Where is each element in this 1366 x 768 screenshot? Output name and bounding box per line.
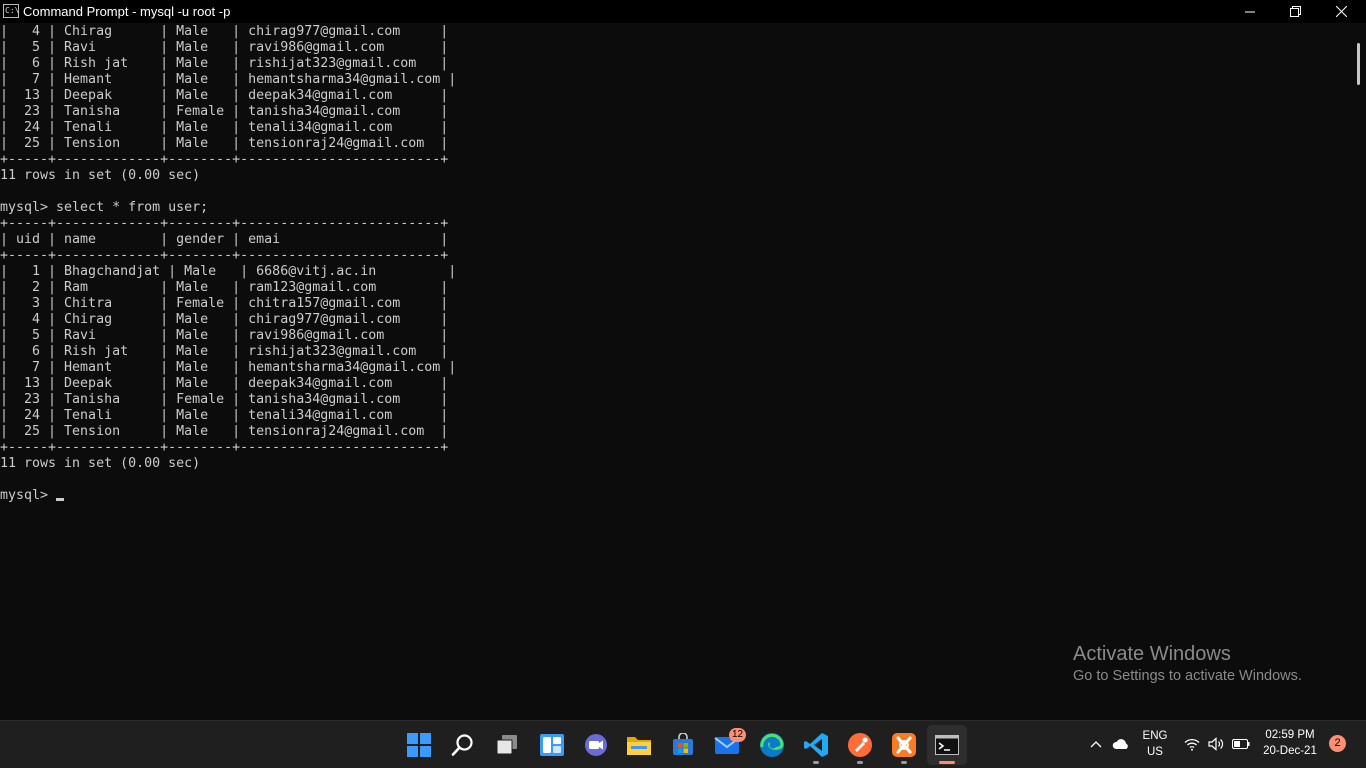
table-border: +-----+-------------+--------+----------… <box>0 440 449 455</box>
clock-time[interactable]: 02:59 PM <box>1258 729 1322 741</box>
table-row: | 13 | Deepak | Male | deepak34@gmail.co… <box>0 376 449 391</box>
show-hidden-icons-button[interactable] <box>1088 735 1104 753</box>
network-button[interactable] <box>1183 735 1201 753</box>
window-title: Command Prompt - mysql -u root -p <box>23 4 231 19</box>
xampp-button[interactable] <box>887 728 921 762</box>
vscode-running-indicator <box>813 761 819 764</box>
battery-icon <box>1232 739 1250 749</box>
postman-icon <box>848 733 872 757</box>
command-prompt-icon-label: C:\ <box>5 6 20 15</box>
table-row: | 1 | Bhagchandjat | Male | 6686@vitj.ac… <box>0 264 457 279</box>
volume-button[interactable] <box>1207 735 1225 753</box>
edge-button[interactable] <box>755 728 789 762</box>
widgets-button[interactable] <box>535 728 569 762</box>
postman-button[interactable] <box>843 728 877 762</box>
task-view-icon <box>496 735 517 755</box>
teams-chat-button[interactable] <box>579 728 613 762</box>
close-icon <box>1335 6 1347 17</box>
console-line: | 6 | Rish jat | Male | rishijat323@gmai… <box>0 56 449 71</box>
chat-icon <box>585 734 607 756</box>
file-explorer-button[interactable] <box>622 728 656 762</box>
cloud-icon <box>1112 739 1128 749</box>
vertical-scrollbar[interactable] <box>1352 23 1366 720</box>
table-row: | 5 | Ravi | Male | ravi986@gmail.com | <box>0 328 449 343</box>
widgets-icon <box>540 734 564 756</box>
table-border: +-----+-------------+--------+----------… <box>0 216 449 231</box>
onedrive-button[interactable] <box>1111 735 1131 753</box>
battery-button[interactable] <box>1231 735 1251 753</box>
command-prompt-button[interactable] <box>930 728 964 762</box>
taskbar: 12 <box>0 720 1366 768</box>
xampp-running-indicator <box>901 761 907 764</box>
table-row: | 3 | Chitra | Female | chitra157@gmail.… <box>0 296 449 311</box>
restore-icon <box>1289 6 1301 17</box>
activate-windows-title: Activate Windows <box>1073 643 1231 665</box>
notification-center-badge[interactable]: 2 <box>1329 735 1346 752</box>
command-prompt-active-indicator <box>939 761 955 764</box>
search-button[interactable] <box>446 728 480 762</box>
speaker-icon <box>1207 737 1223 751</box>
language-indicator[interactable]: ENG <box>1140 730 1170 742</box>
table-border: +-----+-------------+--------+----------… <box>0 248 449 263</box>
task-view-button[interactable] <box>490 728 524 762</box>
table-row: | 24 | Tenali | Male | tenali34@gmail.co… <box>0 408 449 423</box>
xampp-icon <box>892 733 916 757</box>
console-line: | 13 | Deepak | Male | deepak34@gmail.co… <box>0 88 449 103</box>
row-count-message: 11 rows in set (0.00 sec) <box>0 168 201 183</box>
table-row: | 6 | Rish jat | Male | rishijat323@gmai… <box>0 344 449 359</box>
table-row: | 2 | Ram | Male | ram123@gmail.com | <box>0 280 449 295</box>
table-border: +-----+-------------+--------+----------… <box>0 152 449 167</box>
console-line: | 7 | Hemant | Male | hemantsharma34@gma… <box>0 72 457 87</box>
store-icon <box>673 733 693 755</box>
title-bar: C:\ Command Prompt - mysql -u root -p <box>0 0 1366 23</box>
table-header: | uid | name | gender | emai | <box>0 232 449 247</box>
wifi-icon <box>1184 738 1200 751</box>
folder-icon <box>627 737 651 755</box>
mail-unread-badge: 12 <box>729 728 747 742</box>
windows-logo-icon <box>407 733 431 757</box>
vscode-icon <box>804 733 828 757</box>
region-indicator[interactable]: US <box>1140 746 1170 758</box>
activate-windows-subtitle: Go to Settings to activate Windows. <box>1073 668 1302 684</box>
clock-date[interactable]: 20-Dec-21 <box>1258 745 1322 757</box>
vscode-button[interactable] <box>799 728 833 762</box>
console-line: | 5 | Ravi | Male | ravi986@gmail.com | <box>0 40 449 55</box>
scrollbar-thumb[interactable] <box>1357 43 1360 85</box>
command-prompt-icon[interactable]: C:\ <box>3 4 19 18</box>
console-line: | 23 | Tanisha | Female | tanisha34@gmai… <box>0 104 449 119</box>
restore-button[interactable] <box>1272 0 1318 23</box>
console-line: | 24 | Tenali | Male | tenali34@gmail.co… <box>0 120 449 135</box>
console-line: | 4 | Chirag | Male | chirag977@gmail.co… <box>0 24 449 39</box>
close-button[interactable] <box>1318 0 1364 23</box>
minimize-button[interactable] <box>1227 0 1273 23</box>
table-row: | 23 | Tanisha | Female | tanisha34@gmai… <box>0 392 449 407</box>
row-count-message: 11 rows in set (0.00 sec) <box>0 456 201 471</box>
chevron-up-icon <box>1090 741 1102 748</box>
start-button[interactable] <box>402 728 436 762</box>
mysql-command: mysql> select * from user; <box>0 200 209 215</box>
table-row: | 25 | Tension | Male | tensionraj24@gma… <box>0 424 449 439</box>
text-cursor <box>56 498 64 501</box>
table-row: | 7 | Hemant | Male | hemantsharma34@gma… <box>0 360 457 375</box>
table-row: | 4 | Chirag | Male | chirag977@gmail.co… <box>0 312 449 327</box>
edge-icon <box>760 733 784 757</box>
console-line: | 25 | Tension | Male | tensionraj24@gma… <box>0 136 449 151</box>
minimize-icon <box>1245 11 1255 12</box>
microsoft-store-button[interactable] <box>666 728 700 762</box>
search-icon <box>451 734 473 756</box>
postman-running-indicator <box>857 761 863 764</box>
terminal-icon <box>935 735 959 755</box>
mysql-prompt[interactable]: mysql> <box>0 488 56 504</box>
console-output[interactable]: | 4 | Chirag | Male | chirag977@gmail.co… <box>0 23 1352 720</box>
